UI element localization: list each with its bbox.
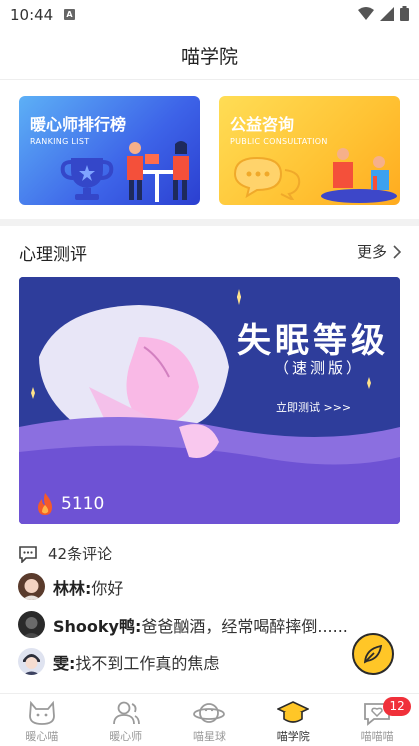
tab-miao-xueyuan[interactable]: 喵学院 — [251, 694, 335, 746]
trophy-icon — [60, 158, 114, 200]
comment-count: 42条评论 — [48, 545, 113, 563]
comment-user[interactable]: 雯: — [53, 650, 75, 674]
comment-item: 雯: 找不到工作真的焦虑 — [18, 648, 219, 675]
flame-icon — [38, 493, 52, 515]
people-at-table-illustration — [127, 141, 189, 202]
comment-item: Shooky鸭: 爸爸酗酒，经常喝醉摔倒...... — [18, 611, 348, 638]
participant-count: 5110 — [61, 494, 105, 514]
chat-bubbles-icon — [233, 156, 301, 200]
write-comment-button[interactable] — [352, 633, 394, 675]
banner-title: 失眠等级 — [237, 321, 389, 361]
section-divider — [0, 219, 419, 226]
comment-user[interactable]: Shooky鸭: — [53, 613, 141, 637]
card-title: 公益咨询 — [230, 115, 295, 134]
chevron-right-icon — [393, 244, 401, 259]
planet-icon — [193, 703, 226, 723]
tab-label: 喵喵喵 — [360, 730, 394, 743]
notification-icon: A — [64, 9, 75, 20]
battery-icon — [400, 6, 409, 21]
tab-label: 暖心喵 — [25, 730, 59, 743]
comment-item: 林林: 你好 — [18, 573, 123, 600]
tab-label: 喵学院 — [276, 730, 310, 743]
people-icon — [112, 701, 140, 725]
status-bar: 10:44 A — [0, 0, 419, 30]
tab-miao-xingqiu[interactable]: 喵星球 — [168, 694, 252, 746]
tab-miao-miao-miao[interactable]: 喵喵喵 12 — [335, 694, 419, 746]
card-title: 暖心师排行榜 — [30, 115, 127, 134]
status-time: 10:44 — [10, 6, 54, 24]
tab-nuanxin-shi[interactable]: 暖心师 — [84, 694, 168, 746]
header: 喵学院 — [0, 30, 419, 80]
wifi-icon — [358, 6, 374, 20]
avatar[interactable] — [18, 573, 45, 600]
comment-user[interactable]: 林林: — [53, 575, 91, 599]
avatar[interactable] — [18, 648, 45, 675]
bottom-tab-bar: 暖心喵 暖心师 喵星球 喵学院 喵喵喵 12 — [0, 693, 419, 746]
comment-text: 找不到工作真的焦虑 — [75, 653, 220, 673]
cat-icon — [28, 700, 55, 725]
insomnia-test-banner[interactable]: 失眠等级 （速测版） 立即测试 >>> 5110 — [19, 277, 400, 524]
status-icons — [358, 6, 409, 21]
comment-count-row[interactable]: 42条评论 — [18, 543, 112, 564]
consultation-illustration — [321, 148, 397, 203]
avatar[interactable] — [18, 611, 45, 638]
unread-badge: 12 — [383, 697, 412, 716]
tab-label: 暖心师 — [109, 730, 143, 743]
signal-icon — [380, 6, 394, 21]
tab-label: 喵星球 — [192, 730, 226, 743]
page-title: 喵学院 — [180, 46, 238, 68]
graduation-cap-icon — [277, 701, 310, 723]
card-subtitle: RANKING LIST — [30, 137, 90, 146]
leaf-pen-icon — [363, 644, 383, 664]
public-consultation-card[interactable]: 公益咨询 PUBLIC CONSULTATION — [219, 96, 400, 205]
banner-subtitle: （速测版） — [274, 359, 365, 377]
comment-icon — [19, 545, 37, 563]
comment-text: 你好 — [91, 578, 124, 598]
tab-nuanxin-miao[interactable]: 暖心喵 — [0, 694, 84, 746]
card-subtitle: PUBLIC CONSULTATION — [230, 137, 328, 146]
more-label: 更多 — [356, 243, 387, 261]
section-title: 心理测评 — [19, 245, 87, 265]
comment-text: 爸爸酗酒，经常喝醉摔倒...... — [141, 616, 348, 636]
banner-cta[interactable]: 立即测试 >>> — [276, 399, 351, 415]
more-link[interactable]: 更多 — [357, 241, 401, 262]
ranking-list-card[interactable]: 暖心师排行榜 RANKING LIST — [19, 96, 200, 205]
